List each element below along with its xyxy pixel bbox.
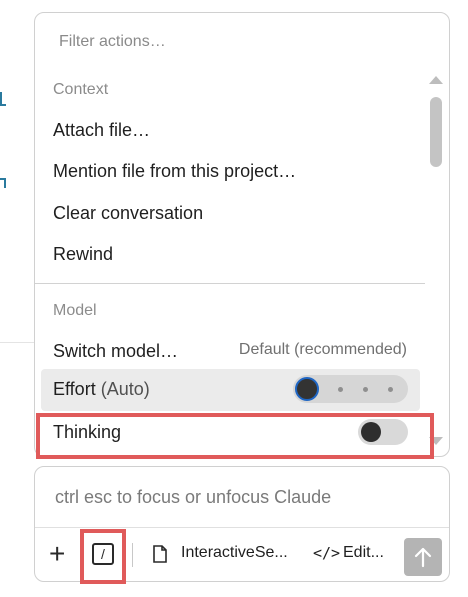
section-divider [35,283,425,284]
effort-slider[interactable] [293,375,408,403]
menu-item-clear-conversation[interactable]: Clear conversation [53,203,203,224]
filter-actions-input[interactable]: Filter actions… [59,33,166,51]
highlight-thinking-row [36,413,434,459]
section-label-context: Context [53,81,109,98]
menu-item-switch-model[interactable]: Switch model… [53,341,178,362]
arrow-up-icon [414,547,432,568]
code-icon: </> [313,544,341,562]
effort-slider-knob[interactable] [295,377,319,401]
effort-label-text: Effort [53,379,96,399]
menu-item-effort[interactable]: Effort (Auto) [41,369,420,411]
actions-popup: Filter actions… Context Attach file… Men… [34,12,450,457]
page-divider [0,342,34,343]
scroll-up-arrow-icon[interactable] [429,76,443,84]
page-edge-fragment [0,92,6,106]
effort-detail: (Auto) [100,379,150,399]
section-label-model: Model [53,302,97,319]
menu-item-attach-file[interactable]: Attach file… [53,120,150,141]
menu-item-rewind[interactable]: Rewind [53,244,113,265]
file-icon [153,545,167,563]
effort-slider-step[interactable] [363,387,368,392]
highlight-slash-button [80,529,126,584]
input-toolbar-divider [35,527,449,528]
scrollbar-thumb[interactable] [430,97,442,167]
switch-model-hint: Default (recommended) [238,341,407,358]
effort-slider-step[interactable] [388,387,393,392]
file-context-chip[interactable]: InteractiveSe... [181,544,288,562]
add-icon[interactable]: + [49,540,65,568]
chat-input[interactable]: ctrl esc to focus or unfocus Claude [55,487,331,508]
page-edge-fragment [0,178,6,188]
menu-item-mention-file[interactable]: Mention file from this project… [53,161,296,182]
toolbar-separator [132,543,133,567]
edit-mode-chip[interactable]: Edit... [343,544,384,562]
effort-slider-step[interactable] [338,387,343,392]
send-button[interactable] [404,538,442,576]
effort-label: Effort (Auto) [53,379,150,400]
